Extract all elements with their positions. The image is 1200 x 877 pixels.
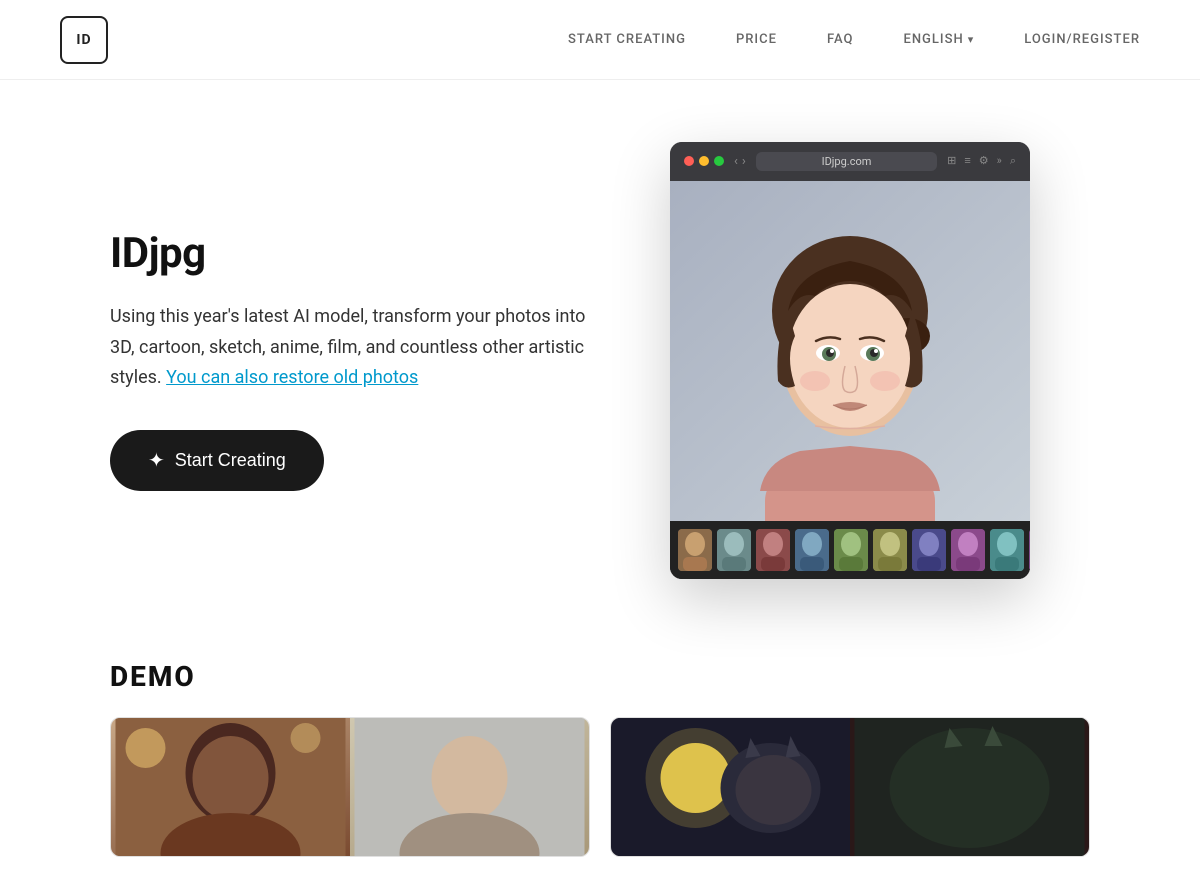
- demo-section: DEMO: [0, 640, 1200, 877]
- thumbnail-8[interactable]: [951, 529, 985, 571]
- demo-cards: [110, 717, 1090, 857]
- demo-card2-after-svg: [850, 718, 1089, 857]
- demo-after-svg: [350, 718, 589, 857]
- demo-card-1: [110, 717, 590, 857]
- thumbnail-6[interactable]: [873, 529, 907, 571]
- forward-arrow-icon: ›: [742, 154, 746, 169]
- sparkle-icon: ✦: [148, 448, 165, 473]
- start-creating-button[interactable]: ✦ Start Creating: [110, 430, 324, 491]
- start-creating-label: Start Creating: [175, 450, 286, 471]
- browser-nav-arrows: ‹ ›: [734, 154, 746, 169]
- expand-icon: »: [997, 154, 1002, 168]
- thumbnail-4[interactable]: [795, 529, 829, 571]
- browser-mockup: ‹ › IDjpg.com ⊞ ≡ ⚙ » ⌕: [670, 142, 1030, 579]
- thumbnail-10[interactable]: [1029, 529, 1030, 571]
- demo-title: DEMO: [110, 660, 1090, 693]
- thumbnail-5[interactable]: [834, 529, 868, 571]
- main-nav: START CREATING PRICE FAQ ENGLISH LOGIN/R…: [568, 32, 1140, 47]
- dot-yellow: [699, 156, 709, 166]
- back-arrow-icon: ‹: [734, 154, 738, 169]
- hero-section: IDjpg Using this year's latest AI model,…: [0, 80, 1200, 640]
- browser-url-bar: IDjpg.com: [756, 152, 937, 171]
- demo-card-1-before: [111, 718, 350, 856]
- thumbnail-1[interactable]: [678, 529, 712, 571]
- dot-red: [684, 156, 694, 166]
- thumbnail-7[interactable]: [912, 529, 946, 571]
- thumbnail-3[interactable]: [756, 529, 790, 571]
- nav-start-creating[interactable]: START CREATING: [568, 32, 686, 47]
- header: ID START CREATING PRICE FAQ ENGLISH LOGI…: [0, 0, 1200, 80]
- demo-card-2-after: [850, 718, 1089, 856]
- thumbnail-9[interactable]: [990, 529, 1024, 571]
- logo[interactable]: ID: [60, 16, 108, 64]
- hero-text-block: IDjpg Using this year's latest AI model,…: [110, 229, 610, 491]
- demo-card-1-after: [350, 718, 589, 856]
- browser-dots: [684, 156, 724, 166]
- main-photo: [670, 181, 1030, 521]
- nav-english[interactable]: ENGLISH: [903, 32, 974, 47]
- browser-toolbar: ‹ › IDjpg.com ⊞ ≡ ⚙ » ⌕: [670, 142, 1030, 181]
- browser-content: [670, 181, 1030, 579]
- demo-card2-before-svg: [611, 718, 850, 857]
- nav-faq[interactable]: FAQ: [827, 32, 854, 47]
- demo-card-2-before: [611, 718, 850, 856]
- logo-text: ID: [76, 32, 91, 48]
- hero-title: IDjpg: [110, 229, 610, 278]
- menu-icon: ≡: [964, 154, 970, 168]
- thumbnails-strip: [670, 521, 1030, 579]
- demo-card-2: [610, 717, 1090, 857]
- demo-before-svg: [111, 718, 350, 857]
- browser-actions: ⊞ ≡ ⚙ » ⌕: [947, 154, 1016, 168]
- thumbnail-2[interactable]: [717, 529, 751, 571]
- portrait-svg: [670, 181, 1030, 521]
- nav-login-register[interactable]: LOGIN/REGISTER: [1024, 32, 1140, 47]
- hero-restore-link[interactable]: You can also restore old photos: [166, 367, 418, 388]
- nav-price[interactable]: PRICE: [736, 32, 777, 47]
- share-icon: ⊞: [947, 154, 956, 168]
- dot-green: [714, 156, 724, 166]
- settings-icon: ⚙: [979, 154, 989, 168]
- hero-description: Using this year's latest AI model, trans…: [110, 302, 610, 394]
- search-icon: ⌕: [1010, 154, 1016, 168]
